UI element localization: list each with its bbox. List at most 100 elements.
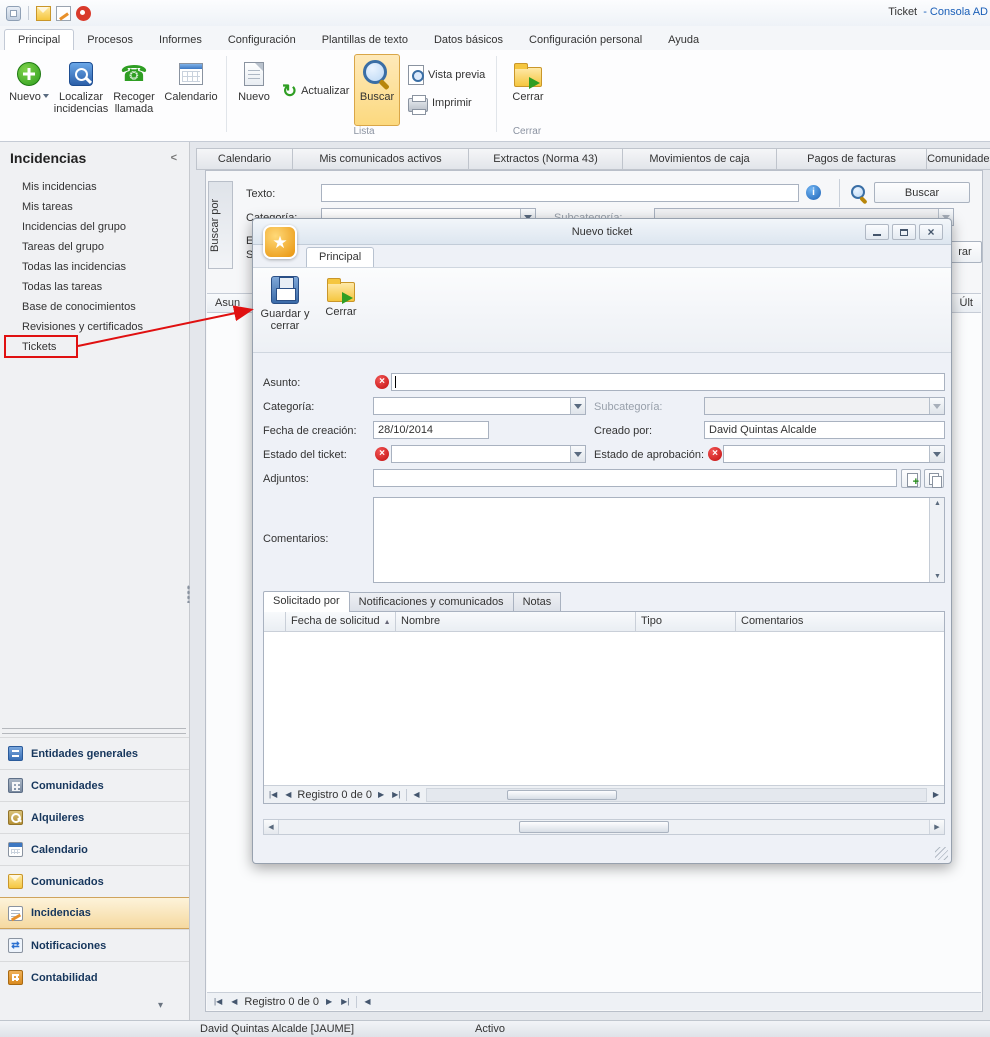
actualizar-button[interactable]: ↻ Actualizar (278, 80, 353, 102)
sidebar-item-mis-tareas[interactable]: Mis tareas (0, 198, 189, 218)
menu-tab-configuracion[interactable]: Configuración (215, 30, 309, 50)
first-record-button[interactable]: |◀ (212, 997, 224, 1006)
column-header-fragment-asunto[interactable]: Asun (215, 297, 240, 309)
info-icon[interactable]: i (806, 185, 821, 200)
creado-por-input[interactable]: David Quintas Alcalde (704, 421, 945, 439)
nav-item-comunidades[interactable]: Comunidades (0, 769, 189, 801)
new-split-button[interactable]: Nuevo (6, 54, 52, 126)
mail-icon[interactable] (36, 6, 51, 21)
copy-attachment-button[interactable] (924, 469, 944, 488)
buscar-button[interactable]: Buscar (354, 54, 400, 126)
grid-horizontal-scrollbar[interactable] (426, 788, 927, 802)
buscar-submit-button[interactable]: Buscar (874, 182, 970, 203)
sidebar-item-tareas-del-grupo[interactable]: Tareas del grupo (0, 238, 189, 258)
close-window-button[interactable]: × (919, 224, 943, 240)
scrollbar-thumb[interactable] (519, 821, 669, 833)
next-record-button[interactable]: ▶ (324, 997, 334, 1006)
scrollbar-track[interactable] (279, 820, 929, 834)
last-record-button[interactable]: ▶| (390, 790, 402, 799)
nav-item-notificaciones[interactable]: Notificaciones (0, 929, 189, 961)
adjuntos-input[interactable] (373, 469, 897, 487)
asunto-input[interactable] (391, 373, 945, 391)
tab-calendario[interactable]: Calendario (197, 149, 293, 169)
cerrar-button[interactable]: Cerrar (504, 54, 552, 126)
splitter-grip[interactable] (187, 585, 190, 603)
prev-record-button[interactable]: ◀ (283, 790, 293, 799)
resize-grip[interactable] (935, 847, 948, 860)
dropdown-button[interactable] (570, 446, 585, 462)
next-record-button[interactable]: ▶ (376, 790, 386, 799)
tab-movimientos-de-caja[interactable]: Movimientos de caja (623, 149, 777, 169)
categoria-select[interactable] (373, 397, 586, 415)
menu-tab-principal[interactable]: Principal (4, 29, 74, 50)
tab-mis-comunicados-activos[interactable]: Mis comunicados activos (293, 149, 469, 169)
nav-item-calendario[interactable]: Calendario (0, 833, 189, 865)
dialog-close-button[interactable]: Cerrar (315, 272, 367, 348)
sidebar-item-tickets[interactable]: Tickets (0, 338, 189, 358)
pane-splitter[interactable] (2, 728, 186, 734)
dialog-titlebar[interactable]: Nuevo ticket (253, 219, 951, 245)
texto-input[interactable] (321, 184, 799, 202)
scroll-left-button[interactable]: ◀ (264, 820, 279, 834)
add-attachment-button[interactable] (901, 469, 921, 488)
sidebar-item-base-de-conocimientos[interactable]: Base de conocimientos (0, 298, 189, 318)
dropdown-button[interactable] (929, 446, 944, 462)
buscar-por-tab[interactable]: Buscar por (208, 181, 233, 269)
sidebar-item-incidencias-del-grupo[interactable]: Incidencias del grupo (0, 218, 189, 238)
sidebar-item-mis-incidencias[interactable]: Mis incidencias (0, 178, 189, 198)
localizar-incidencias-button[interactable]: Localizar incidencias (56, 54, 106, 126)
nav-pane-collapse-icon[interactable]: ▾ (158, 1000, 163, 1011)
scroll-right-button[interactable]: ▶ (929, 820, 944, 834)
menu-tab-plantillas[interactable]: Plantillas de texto (309, 30, 421, 50)
textarea-scrollbar[interactable]: ▲ ▼ (929, 498, 944, 582)
nav-item-contabilidad[interactable]: Contabilidad (0, 961, 189, 993)
column-header-fecha-solicitud[interactable]: Fecha de solicitud▲ (286, 612, 396, 631)
clear-button-fragment[interactable]: rar (948, 241, 982, 263)
tab-extractos-norma-43[interactable]: Extractos (Norma 43) (469, 149, 623, 169)
scrollbar-thumb[interactable] (507, 790, 617, 800)
recoger-llamada-button[interactable]: ☎ Recoger llamada (110, 54, 158, 126)
nav-item-incidencias[interactable]: Incidencias (0, 897, 189, 929)
comentarios-textarea[interactable]: ▲ ▼ (373, 497, 945, 583)
nav-item-comunicados[interactable]: Comunicados (0, 865, 189, 897)
menu-tab-configuracion-personal[interactable]: Configuración personal (516, 30, 655, 50)
nav-item-alquileres[interactable]: Alquileres (0, 801, 189, 833)
scroll-up-icon[interactable]: ▲ (934, 500, 941, 507)
dialog-tab-principal[interactable]: Principal (306, 247, 374, 267)
scroll-left-button[interactable]: ◀ (411, 790, 421, 799)
calendario-button[interactable]: Calendario (162, 54, 220, 126)
estado-ticket-select[interactable] (391, 445, 586, 463)
column-header-comentarios[interactable]: Comentarios (736, 612, 944, 631)
tab-solicitado-por[interactable]: Solicitado por (263, 591, 350, 612)
scroll-left-button[interactable]: ◀ (362, 997, 372, 1006)
scroll-right-button[interactable]: ▶ (931, 790, 941, 799)
last-record-button[interactable]: ▶| (339, 997, 351, 1006)
tab-notas[interactable]: Notas (514, 592, 562, 612)
app-window-icon[interactable] (6, 6, 21, 21)
dropdown-button[interactable] (570, 398, 585, 414)
nav-item-entidades-generales[interactable]: Entidades generales (0, 737, 189, 769)
menu-tab-datos-basicos[interactable]: Datos básicos (421, 30, 516, 50)
collapse-sidebar-icon[interactable]: < (171, 152, 177, 164)
vista-previa-button[interactable]: Vista previa (404, 64, 489, 86)
tab-comunidades[interactable]: Comunidades (927, 149, 990, 169)
tab-pagos-de-facturas[interactable]: Pagos de facturas (777, 149, 927, 169)
save-and-close-button[interactable]: Guardar y cerrar (259, 272, 311, 348)
estado-aprobacion-select[interactable] (723, 445, 945, 463)
sidebar-item-todas-las-incidencias[interactable]: Todas las incidencias (0, 258, 189, 278)
column-header-fragment-ultimo[interactable]: Últ (960, 297, 973, 309)
feed-icon[interactable] (76, 6, 91, 21)
tab-notificaciones-y-comunicados[interactable]: Notificaciones y comunicados (350, 592, 514, 612)
menu-tab-informes[interactable]: Informes (146, 30, 215, 50)
column-header-nombre[interactable]: Nombre (396, 612, 636, 631)
list-new-button[interactable]: Nuevo (232, 54, 276, 126)
first-record-button[interactable]: |◀ (267, 790, 279, 799)
fecha-creacion-input[interactable]: 28/10/2014 (373, 421, 489, 439)
menu-tab-ayuda[interactable]: Ayuda (655, 30, 712, 50)
scroll-down-icon[interactable]: ▼ (934, 573, 941, 580)
sidebar-item-todas-las-tareas[interactable]: Todas las tareas (0, 278, 189, 298)
dialog-horizontal-scrollbar[interactable]: ◀ ▶ (263, 819, 945, 835)
column-header-tipo[interactable]: Tipo (636, 612, 736, 631)
menu-tab-procesos[interactable]: Procesos (74, 30, 146, 50)
minimize-button[interactable] (865, 224, 889, 240)
